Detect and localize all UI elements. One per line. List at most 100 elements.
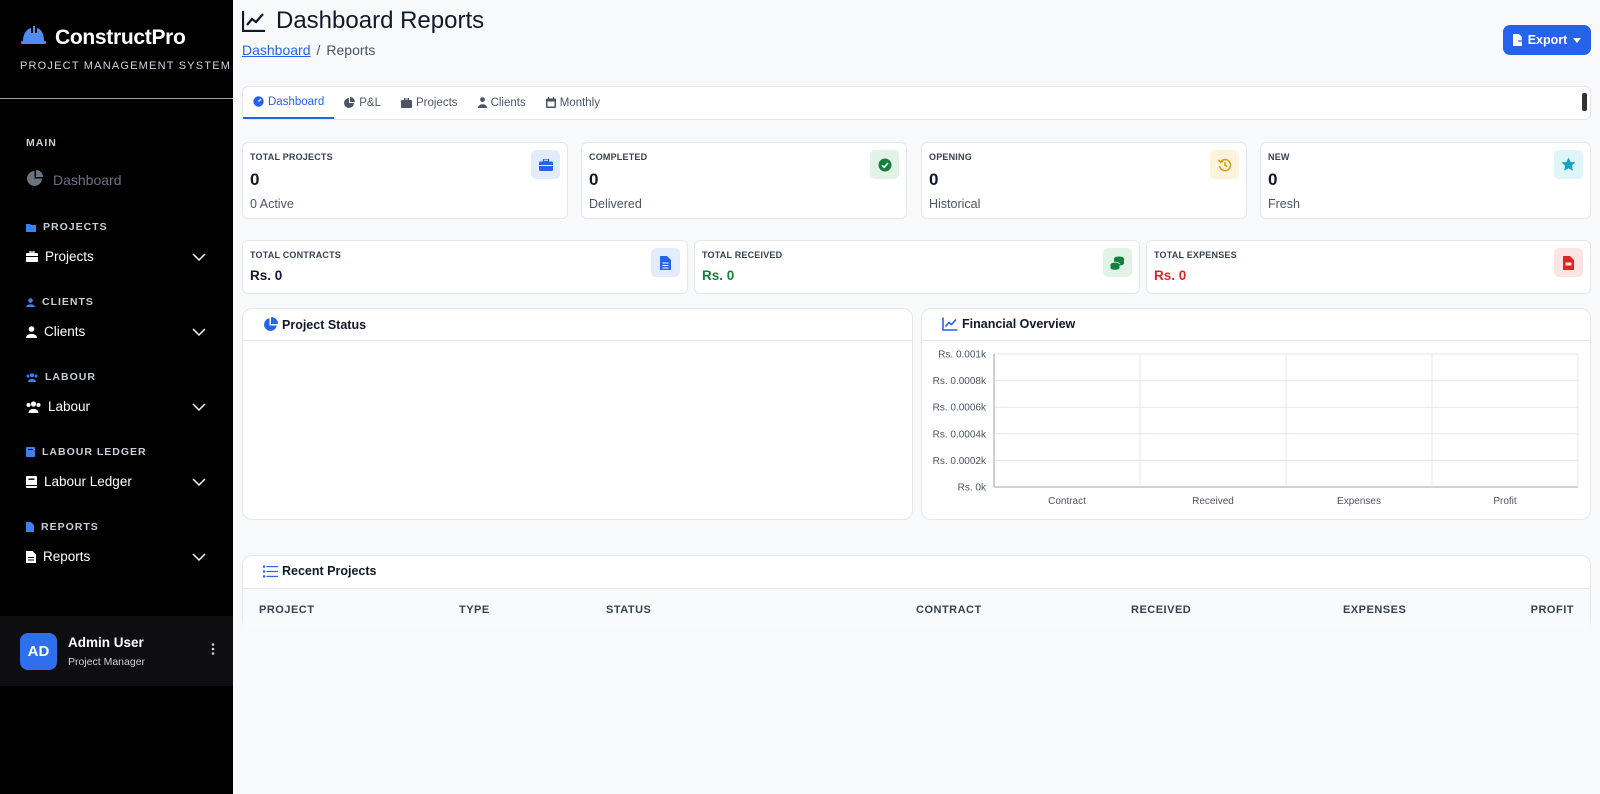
tab-monthly[interactable]: Monthly — [536, 86, 610, 119]
sidebar-item-labour-ledger[interactable]: Labour Ledger — [26, 474, 206, 489]
y-tick-label: Rs. 0.0002k — [933, 456, 987, 467]
sidebar-item-labour[interactable]: Labour — [26, 399, 206, 414]
file-text-icon — [26, 550, 36, 563]
nav-section-projects: PROJECTS — [26, 221, 108, 233]
briefcase-icon — [26, 251, 38, 262]
user-icon — [477, 97, 487, 108]
file-icon — [651, 248, 680, 277]
chevron-down-icon — [192, 477, 206, 486]
caret-down-icon — [1573, 37, 1582, 43]
check-circle-icon — [870, 150, 899, 179]
user-icon — [26, 297, 35, 307]
file-icon — [26, 522, 34, 532]
export-button[interactable]: Export — [1503, 25, 1591, 55]
sidebar-item-projects[interactable]: Projects — [26, 249, 206, 264]
pie-icon — [344, 97, 356, 108]
recent-projects-title: Recent Projects — [263, 564, 376, 578]
column-header-type[interactable]: TYPE — [459, 604, 490, 616]
calendar-icon — [545, 97, 556, 108]
recent-projects-panel: Recent Projects PROJECT TYPE STATUS CONT… — [242, 555, 1591, 630]
page-title: Dashboard Reports — [242, 7, 484, 35]
coins-icon — [1103, 248, 1132, 277]
report-tabs: Dashboard P&L Projects Clients Monthly — [242, 86, 1591, 120]
pie-chart-icon — [26, 170, 43, 190]
column-header-profit[interactable]: PROFIT — [1531, 604, 1574, 616]
recent-projects-table-header: PROJECT TYPE STATUS CONTRACT RECEIVED EX… — [243, 588, 1590, 630]
tab-clients[interactable]: Clients — [468, 86, 536, 119]
x-tick-label: Profit — [1493, 496, 1517, 507]
tab-dashboard[interactable]: Dashboard — [243, 86, 335, 119]
financial-overview-title: Financial Overview — [942, 317, 1075, 331]
money-card-total-received: TOTAL RECEIVED Rs. 0 — [694, 240, 1140, 294]
column-header-status[interactable]: STATUS — [606, 604, 651, 616]
brand-title: ConstructPro — [55, 25, 186, 49]
x-tick-label: Received — [1192, 496, 1234, 507]
column-header-expenses[interactable]: EXPENSES — [1343, 604, 1406, 616]
chevron-down-icon — [192, 252, 206, 261]
gauge-icon — [253, 96, 264, 107]
breadcrumb: Dashboard / Reports — [242, 42, 376, 58]
book-icon — [26, 475, 37, 488]
line-chart-icon — [942, 317, 958, 331]
y-tick-label: Rs. 0.0008k — [933, 376, 987, 387]
chevron-down-icon — [192, 327, 206, 336]
x-tick-label: Expenses — [1337, 496, 1381, 507]
column-header-contract[interactable]: CONTRACT — [916, 604, 982, 616]
stat-card-completed: COMPLETED 0 Delivered — [581, 142, 907, 219]
file-export-icon — [1512, 34, 1524, 46]
book-icon — [26, 447, 35, 457]
project-status-panel: Project Status — [242, 308, 913, 520]
star-icon — [1554, 150, 1583, 179]
line-chart-icon — [242, 11, 265, 32]
tab-pl[interactable]: P&L — [334, 86, 391, 119]
breadcrumb-current: Reports — [326, 42, 376, 58]
sidebar-item-dashboard[interactable]: Dashboard — [26, 170, 122, 190]
y-tick-label: Rs. 0k — [958, 483, 987, 494]
folder-icon — [26, 223, 36, 232]
nav-section-reports: REPORTS — [26, 521, 99, 533]
more-vertical-icon[interactable] — [211, 642, 215, 660]
user-icon — [26, 325, 37, 338]
main-content: Dashboard Reports Dashboard / Reports Expo… — [233, 0, 1600, 794]
invoice-icon — [1554, 248, 1583, 277]
stat-card-opening: OPENING 0 Historical — [921, 142, 1247, 219]
financial-overview-chart: Rs. 0k Rs. 0.0002k Rs. 0.0004k Rs. 0.0006k R… — [933, 350, 1579, 507]
users-icon — [26, 400, 41, 413]
stat-card-new: NEW 0 Fresh — [1260, 142, 1591, 219]
avatar: AD — [20, 632, 57, 670]
nav-section-main: MAIN — [26, 137, 57, 149]
column-header-project[interactable]: PROJECT — [259, 604, 314, 616]
sidebar-item-clients[interactable]: Clients — [26, 324, 206, 339]
nav-section-labour-ledger: LABOUR LEDGER — [26, 446, 147, 458]
briefcase-icon — [401, 97, 413, 108]
chevron-down-icon — [192, 402, 206, 411]
users-icon — [26, 372, 38, 382]
briefcase-icon — [531, 150, 560, 179]
pie-chart-icon — [264, 317, 278, 331]
user-name: Admin User — [68, 634, 144, 650]
list-icon — [263, 565, 278, 577]
money-card-total-contracts: TOTAL CONTRACTS Rs. 0 — [242, 240, 688, 294]
y-tick-label: Rs. 0.0006k — [933, 403, 987, 414]
tab-projects[interactable]: Projects — [391, 86, 468, 119]
money-card-total-expenses: TOTAL EXPENSES Rs. 0 — [1146, 240, 1591, 294]
hard-hat-icon — [20, 24, 47, 51]
nav-section-labour: LABOUR — [26, 371, 96, 383]
y-tick-label: Rs. 0.0004k — [933, 429, 987, 440]
user-profile[interactable]: AD Admin User Project Manager — [0, 616, 233, 686]
nav-section-clients: CLIENTS — [26, 296, 94, 308]
column-header-received[interactable]: RECEIVED — [1131, 604, 1191, 616]
financial-overview-panel: Financial Overview Rs. 0k Rs. 0.0002k Rs. … — [921, 308, 1591, 520]
x-tick-label: Contract — [1048, 496, 1086, 507]
stat-card-total-projects: TOTAL PROJECTS 0 0 Active — [242, 142, 568, 219]
breadcrumb-dashboard-link[interactable]: Dashboard — [242, 42, 311, 58]
brand: ConstructPro PROJECT MANAGEMENT SYSTEM — [0, 0, 233, 99]
chevron-down-icon — [192, 552, 206, 561]
user-role: Project Manager — [68, 655, 146, 668]
y-tick-label: Rs. 0.001k — [938, 350, 987, 361]
project-status-title: Project Status — [263, 317, 366, 332]
sidebar-item-reports[interactable]: Reports — [26, 549, 206, 564]
tabs-scrollbar[interactable] — [1582, 93, 1587, 111]
sidebar: ConstructPro PROJECT MANAGEMENT SYSTEM M… — [0, 0, 233, 794]
brand-subtitle: PROJECT MANAGEMENT SYSTEM — [20, 60, 232, 72]
